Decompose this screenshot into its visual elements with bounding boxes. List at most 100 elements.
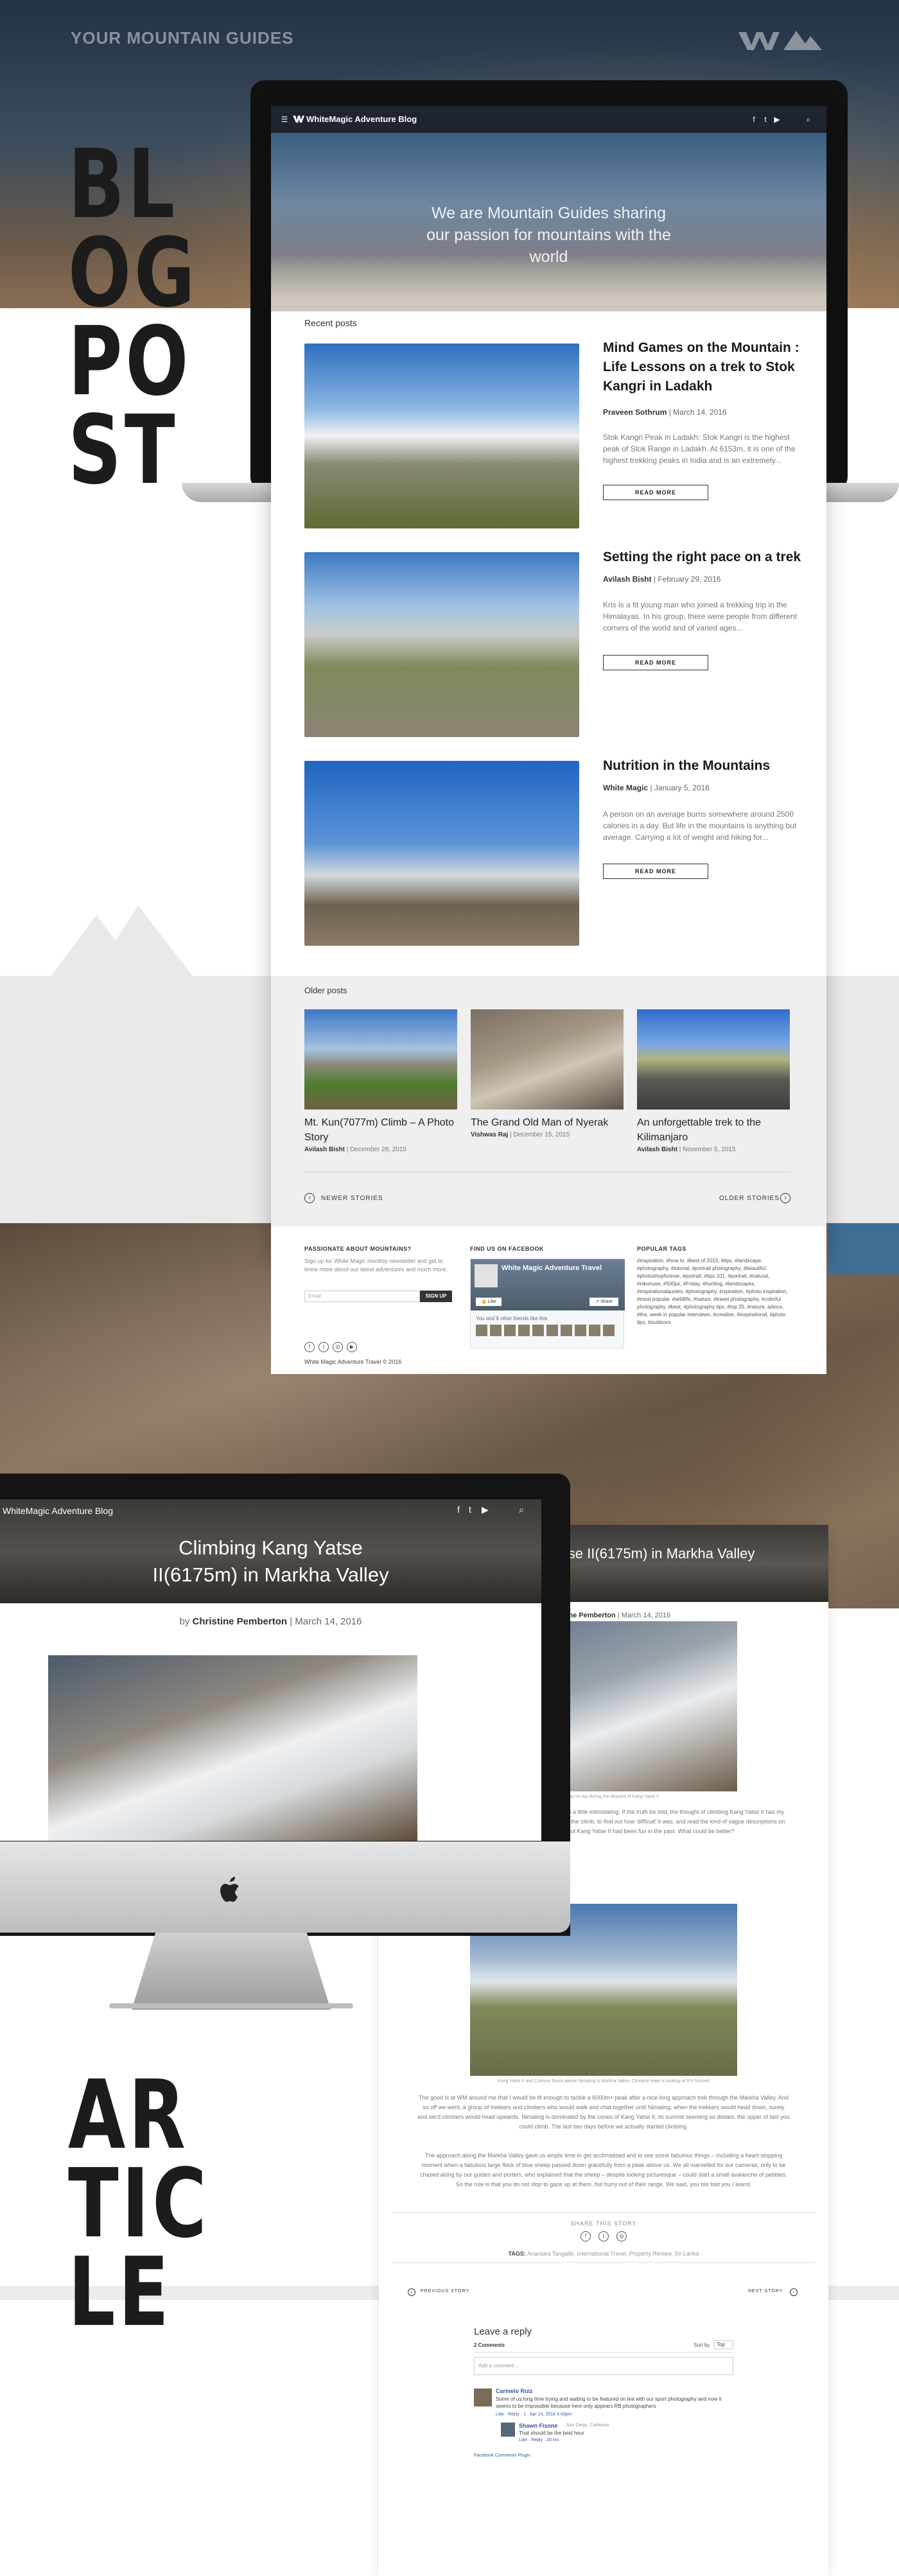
search-icon[interactable]: ⌕ xyxy=(519,1504,524,1515)
article-tags: TAGS: Anantara Tangalle, International T… xyxy=(379,2250,828,2257)
article-date: March 14, 2016 xyxy=(295,1616,362,1627)
post-excerpt: A person on an average burns somewhere a… xyxy=(603,810,797,842)
twitter-icon[interactable]: t xyxy=(319,1342,329,1352)
youtube-icon[interactable]: ▶ xyxy=(347,1342,357,1352)
twitter-icon[interactable]: t xyxy=(761,115,770,124)
post-author[interactable]: Avilash Bisht xyxy=(304,1146,345,1153)
comment-actions[interactable]: Like · Reply · 20 hrs xyxy=(519,2438,559,2442)
instagram-icon[interactable]: ◎ xyxy=(333,1342,343,1352)
leave-reply-heading: Leave a reply xyxy=(474,2326,532,2337)
label-line: AR xyxy=(68,2060,189,2170)
article-author[interactable]: Christine Pemberton xyxy=(193,1616,288,1627)
comment-author[interactable]: Shawn Fisone xyxy=(519,2423,558,2429)
older-post-title[interactable]: The Grand Old Man of Nyerak xyxy=(471,1115,625,1130)
facebook-friends-avatars xyxy=(476,1325,617,1336)
older-arrow-icon[interactable]: › xyxy=(780,1193,790,1203)
navbar-title[interactable]: WhiteMagic Adventure Blog xyxy=(306,114,417,124)
imac-foot xyxy=(109,2003,353,2008)
facebook-icon[interactable]: f xyxy=(304,1342,315,1352)
mountain-decoration-icon xyxy=(51,905,193,976)
post-author[interactable]: Praveen Sothrum xyxy=(603,408,667,417)
older-post-image[interactable] xyxy=(637,1009,790,1110)
comment-text: That should be the best hour xyxy=(519,2430,584,2436)
post-date: February 29, 2016 xyxy=(658,575,721,584)
post-author[interactable]: Avilash Bisht xyxy=(603,575,652,584)
read-more-button[interactable]: READ MORE xyxy=(603,485,708,500)
next-arrow-icon[interactable]: › xyxy=(790,2288,798,2296)
brand-logo-icon xyxy=(293,116,304,123)
post-image[interactable] xyxy=(304,344,579,528)
blog-page: ☰ WhiteMagic Adventure Blog f t ▶ ⌕ We a… xyxy=(271,106,826,1255)
popular-tags-list[interactable]: #inspiration, #how to, #best of 2015, #t… xyxy=(637,1257,794,1327)
post-title[interactable]: Mind Games on the Mountain : Life Lesson… xyxy=(603,338,802,396)
article-date: March 14, 2016 xyxy=(621,1612,671,1619)
twitter-icon[interactable]: t xyxy=(469,1504,471,1515)
next-story-link[interactable]: NEXT STORY xyxy=(748,2289,783,2293)
divider xyxy=(392,2262,816,2263)
facebook-icon[interactable]: f xyxy=(580,2231,591,2241)
menu-icon[interactable]: ☰ xyxy=(280,115,289,124)
imac-chin xyxy=(0,1841,570,1933)
post-author[interactable]: Avilash Bisht xyxy=(637,1146,677,1153)
share-heading: SHARE THIS STORY xyxy=(570,2220,637,2227)
facebook-page-name[interactable]: White Magic Adventure Travel xyxy=(502,1264,620,1272)
tags-label: TAGS: xyxy=(508,2250,526,2257)
facebook-page-avatar xyxy=(475,1264,498,1287)
post-author[interactable]: Vishwas Raj xyxy=(471,1131,508,1138)
facebook-comments-plugin-link[interactable]: Facebook Comments Plugin xyxy=(474,2453,530,2458)
facebook-heading: FIND US ON FACEBOOK xyxy=(470,1246,545,1252)
read-more-button[interactable]: READ MORE xyxy=(603,864,708,879)
post-meta: Praveen Sothrum | March 14, 2016 xyxy=(603,408,727,417)
imac-stand xyxy=(132,1933,331,2010)
twitter-icon[interactable]: t xyxy=(598,2231,609,2241)
facebook-share-label: Share xyxy=(600,1300,613,1304)
popular-tags-heading: POPULAR TAGS xyxy=(637,1246,686,1252)
post-image[interactable] xyxy=(304,552,579,737)
label-line: ST xyxy=(68,395,179,505)
tags-list[interactable]: Anantara Tangalle, International Travel,… xyxy=(527,2250,699,2257)
older-post-title[interactable]: Mt. Kun(7077m) Climb – A Photo Story xyxy=(304,1115,458,1145)
article-title: Climbing Kang Yatse II(6175m) in Markha … xyxy=(152,1536,389,1586)
sort-select[interactable]: Top xyxy=(714,2340,733,2349)
showcase-sky-background xyxy=(828,1223,899,1275)
youtube-icon[interactable]: ▶ xyxy=(772,115,781,124)
older-post-title[interactable]: An unforgettable trek to the Kilimanjaro xyxy=(637,1115,791,1145)
post-title[interactable]: Nutrition in the Mountains xyxy=(603,756,802,776)
post-date: November 5, 2015 xyxy=(683,1146,736,1153)
instagram-icon[interactable]: ◎ xyxy=(616,2231,627,2241)
article-body-3: The approach along the Markha Valley gav… xyxy=(420,2152,787,2188)
older-stories-link[interactable]: OLDER STORIES xyxy=(719,1195,780,1202)
older-post-image[interactable] xyxy=(471,1009,624,1110)
article-byline: by Christine Pemberton | March 14, 2016 xyxy=(179,1616,362,1627)
previous-arrow-icon[interactable]: ‹ xyxy=(408,2288,415,2296)
copyright: White Magic Adventure Travel © 2016 xyxy=(304,1359,402,1365)
comment-input[interactable]: Add a comment... xyxy=(474,2357,733,2375)
email-input[interactable]: Email xyxy=(304,1291,420,1302)
newer-stories-link[interactable]: NEWER STORIES xyxy=(321,1195,383,1202)
article-image-1 xyxy=(48,1655,417,1841)
post-image[interactable] xyxy=(304,761,579,946)
sign-up-button[interactable]: SIGN UP xyxy=(420,1291,452,1302)
facebook-icon[interactable]: f xyxy=(457,1504,460,1515)
post-title[interactable]: Setting the right pace on a trek xyxy=(603,548,802,567)
previous-story-link[interactable]: PREVIOUS STORY xyxy=(421,2289,469,2293)
search-icon[interactable]: ⌕ xyxy=(804,115,813,124)
youtube-icon[interactable]: ▶ xyxy=(482,1504,489,1515)
label-line: TIC xyxy=(68,2148,210,2259)
facebook-icon[interactable]: f xyxy=(749,115,758,124)
comment-actions[interactable]: Like · Reply · 1 · Apr 14, 2016 4:43pm xyxy=(496,2412,572,2417)
read-more-button[interactable]: READ MORE xyxy=(603,655,708,670)
newer-arrow-icon[interactable]: ‹ xyxy=(304,1193,315,1203)
facebook-share-button[interactable]: ↗ Share xyxy=(589,1298,618,1306)
blog-footer: PASSIONATE ABOUT MOUNTAINS? Sign up for … xyxy=(271,1226,826,1374)
facebook-like-button[interactable]: 👍 Like xyxy=(476,1298,502,1306)
section-label-article: AR TIC LE xyxy=(68,2060,210,2340)
post-author[interactable]: White Magic xyxy=(603,783,648,792)
comment-author[interactable]: Carmelo Ruiz xyxy=(496,2388,533,2394)
older-post-image[interactable] xyxy=(304,1009,457,1110)
post-date: December 28, 2015 xyxy=(350,1146,406,1153)
facebook-widget: White Magic Adventure Travel 👍 Like ↗ Sh… xyxy=(470,1258,625,1348)
navbar-title[interactable]: WhiteMagic Adventure Blog xyxy=(3,1506,113,1516)
post-excerpt: Stok Kangri Peak in Ladakh: Stok Kangri … xyxy=(603,433,796,465)
label-line: PO xyxy=(68,306,192,417)
